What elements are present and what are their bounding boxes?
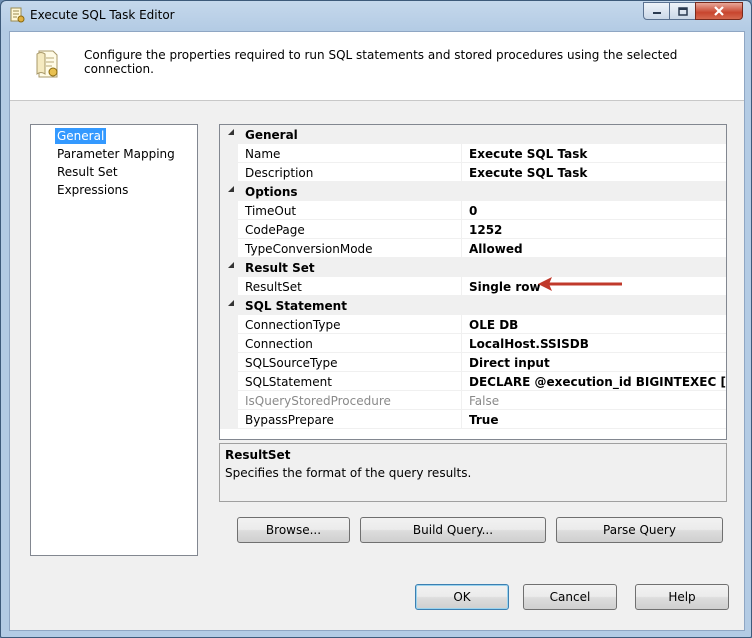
property-name: TypeConversionMode — [245, 242, 373, 256]
header-panel: Configure the properties required to run… — [10, 32, 744, 101]
close-button[interactable] — [695, 2, 743, 20]
property-name: SQLStatement — [245, 375, 332, 389]
category-label: Options — [245, 185, 298, 199]
property-description-panel: ResultSet Specifies the format of the qu… — [219, 443, 727, 502]
nav-item-general[interactable]: General — [55, 128, 107, 144]
minimize-icon — [652, 12, 661, 14]
collapse-triangle-icon[interactable] — [228, 129, 234, 135]
property-value[interactable]: Direct input — [469, 356, 550, 370]
browse-button[interactable]: Browse... — [237, 517, 350, 543]
property-row-sqlsourcetype[interactable]: SQLSourceType Direct input — [220, 353, 726, 372]
category-label: General — [245, 128, 298, 142]
nav-item-expressions[interactable]: Expressions — [55, 182, 130, 198]
property-value[interactable]: Execute SQL Task — [469, 147, 587, 161]
property-name: ConnectionType — [245, 318, 341, 332]
maximize-button[interactable] — [669, 2, 696, 20]
editor-window: Execute SQL Task Editor Configure the pr… — [0, 0, 752, 638]
nav-item-result-set[interactable]: Result Set — [55, 164, 120, 180]
property-name: Description — [245, 166, 314, 180]
property-grid[interactable]: General Name Execute SQL Task Descriptio… — [219, 124, 727, 440]
description-title: ResultSet — [225, 448, 291, 462]
property-row-connectiontype[interactable]: ConnectionType OLE DB — [220, 315, 726, 334]
ok-button[interactable]: OK — [415, 584, 509, 610]
ssis-task-icon — [10, 7, 25, 23]
property-row-name[interactable]: Name Execute SQL Task — [220, 144, 726, 163]
property-row-resultset[interactable]: ResultSet Single row — [220, 277, 726, 296]
property-value[interactable]: 0 — [469, 204, 477, 218]
header-description: Configure the properties required to run… — [84, 48, 678, 76]
dialog-body: Configure the properties required to run… — [9, 31, 745, 631]
property-row-connection[interactable]: Connection LocalHost.SSISDB — [220, 334, 726, 353]
property-row-sqlstatement[interactable]: SQLStatement DECLARE @execution_id BIGIN… — [220, 372, 726, 391]
red-arrow-annotation — [538, 277, 622, 291]
minimize-button[interactable] — [643, 2, 670, 20]
property-value[interactable]: LocalHost.SSISDB — [469, 337, 589, 351]
property-value[interactable]: Allowed — [469, 242, 523, 256]
category-general[interactable]: General — [220, 125, 726, 144]
collapse-triangle-icon[interactable] — [228, 262, 234, 268]
property-name: ResultSet — [245, 280, 302, 294]
property-row-isquerystoredprocedure: IsQueryStoredProcedure False — [220, 391, 726, 410]
maximize-icon — [677, 6, 688, 16]
parse-query-button[interactable]: Parse Query — [556, 517, 723, 543]
property-name: Name — [245, 147, 281, 161]
description-text: Specifies the format of the query result… — [225, 466, 472, 480]
property-value[interactable]: DECLARE @execution_id BIGINTEXEC [SSISDB… — [469, 375, 726, 389]
cancel-button[interactable]: Cancel — [523, 584, 617, 610]
property-value[interactable]: True — [469, 413, 498, 427]
category-label: SQL Statement — [245, 299, 347, 313]
window-title: Execute SQL Task Editor — [30, 8, 175, 22]
property-name: IsQueryStoredProcedure — [245, 394, 391, 408]
property-row-bypassprepare[interactable]: BypassPrepare True — [220, 410, 726, 429]
property-name: CodePage — [245, 223, 305, 237]
property-name: BypassPrepare — [245, 413, 334, 427]
nav-item-parameter-mapping[interactable]: Parameter Mapping — [55, 146, 177, 162]
property-name: SQLSourceType — [245, 356, 338, 370]
property-name: TimeOut — [245, 204, 297, 218]
property-value: False — [469, 394, 500, 408]
help-button[interactable]: Help — [635, 584, 729, 610]
property-row-timeout[interactable]: TimeOut 0 — [220, 201, 726, 220]
property-row-codepage[interactable]: CodePage 1252 — [220, 220, 726, 239]
property-value[interactable]: Execute SQL Task — [469, 166, 587, 180]
property-value[interactable]: OLE DB — [469, 318, 518, 332]
collapse-triangle-icon[interactable] — [228, 300, 234, 306]
collapse-triangle-icon[interactable] — [228, 186, 234, 192]
build-query-button[interactable]: Build Query... — [360, 517, 546, 543]
sql-task-icon — [36, 50, 58, 78]
property-row-description[interactable]: Description Execute SQL Task — [220, 163, 726, 182]
property-row-typeconversionmode[interactable]: TypeConversionMode Allowed — [220, 239, 726, 258]
page-navigation-list[interactable]: General Parameter Mapping Result Set Exp… — [30, 124, 198, 556]
property-name: Connection — [245, 337, 313, 351]
property-value[interactable]: 1252 — [469, 223, 502, 237]
close-icon — [714, 6, 724, 16]
category-sql-statement[interactable]: SQL Statement — [220, 296, 726, 315]
category-result-set[interactable]: Result Set — [220, 258, 726, 277]
property-value[interactable]: Single row — [469, 280, 541, 294]
category-label: Result Set — [245, 261, 315, 275]
category-options[interactable]: Options — [220, 182, 726, 201]
title-bar[interactable]: Execute SQL Task Editor — [1, 1, 751, 31]
